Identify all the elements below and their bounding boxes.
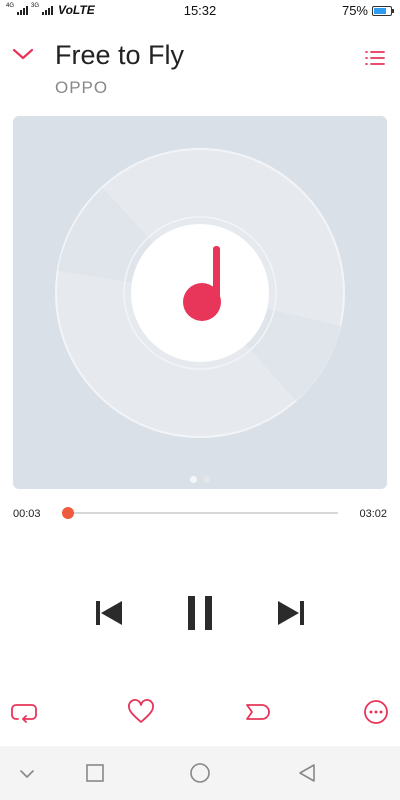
- status-time: 15:32: [183, 3, 217, 18]
- battery-status: 75%: [341, 3, 394, 18]
- queue-tag-icon: [246, 704, 270, 720]
- battery-level: [374, 7, 386, 14]
- pause-icon: [188, 596, 212, 630]
- add-to-queue-button[interactable]: [244, 698, 272, 726]
- recents-square-icon: [86, 764, 104, 782]
- total-time: 03:02: [359, 508, 387, 520]
- playlist-button[interactable]: [364, 48, 386, 68]
- more-icon: [364, 700, 388, 724]
- elapsed-time: 00:03: [13, 508, 41, 520]
- previous-button[interactable]: [94, 599, 124, 627]
- album-artwork[interactable]: [13, 116, 387, 489]
- song-artist: OPPO: [55, 78, 109, 97]
- page-dot: [203, 476, 210, 483]
- song-title: Free to Fly: [55, 40, 185, 70]
- loop-mode-button[interactable]: [10, 698, 38, 726]
- chevron-down-icon: [12, 48, 34, 60]
- skip-previous-icon: [96, 601, 122, 625]
- hide-nav-button[interactable]: [16, 762, 38, 784]
- pause-button[interactable]: [186, 595, 214, 631]
- seek-bar[interactable]: [61, 507, 338, 519]
- collapse-button[interactable]: [11, 44, 35, 64]
- system-nav-bar: [0, 746, 400, 800]
- music-note-icon: [183, 246, 221, 321]
- back-triangle-icon: [299, 764, 315, 782]
- more-options-button[interactable]: [362, 698, 390, 726]
- battery-percent: 75%: [341, 3, 368, 18]
- nav-chevron-down-icon: [20, 770, 34, 778]
- battery-icon: [372, 5, 394, 16]
- skip-next-icon: [278, 601, 304, 625]
- recents-button[interactable]: [84, 762, 106, 784]
- heart-icon: [128, 699, 154, 723]
- status-bar: 4G 3G VoLTE 15:32 75%: [0, 0, 400, 22]
- next-button[interactable]: [276, 599, 306, 627]
- page-dot-active: [190, 476, 197, 483]
- home-circle-icon: [190, 763, 210, 783]
- home-button[interactable]: [189, 762, 211, 784]
- favorite-button[interactable]: [127, 698, 155, 726]
- artwork-page-indicator: [13, 476, 387, 483]
- repeat-icon: [11, 704, 37, 723]
- playlist-icon: [365, 51, 385, 65]
- seek-thumb[interactable]: [61, 507, 74, 519]
- back-button[interactable]: [296, 762, 318, 784]
